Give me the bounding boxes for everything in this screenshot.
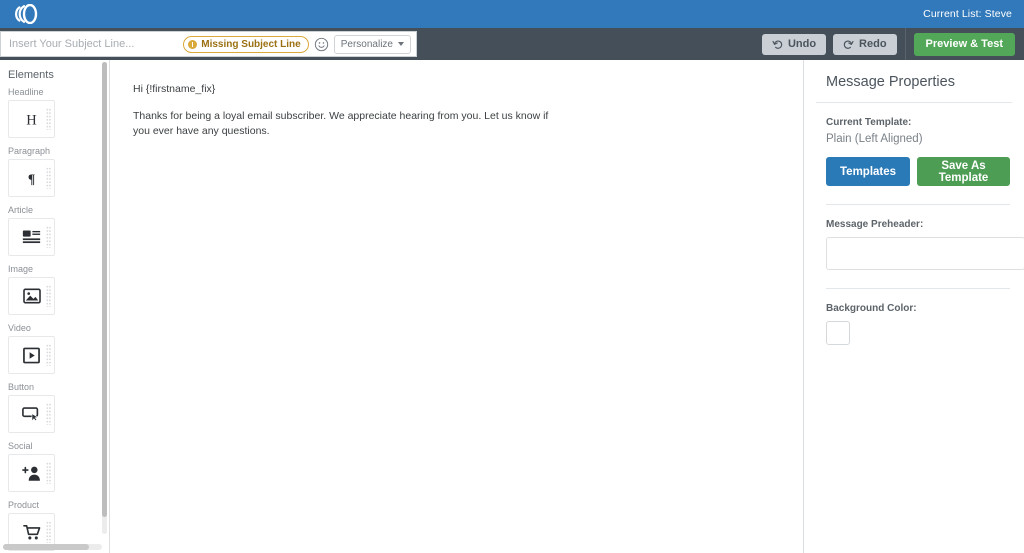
toolbar-actions: Undo Redo Preview & Test (761, 28, 1024, 60)
sidebar-item-social[interactable]: Social (8, 441, 57, 492)
undo-arrow-icon (772, 40, 783, 49)
preview-and-test-button[interactable]: Preview & Test (913, 32, 1015, 56)
undo-label: Undo (787, 38, 817, 50)
video-play-icon (23, 347, 40, 363)
missing-subject-label: Missing Subject Line (201, 38, 301, 50)
tile-label: Paragraph (8, 146, 51, 156)
message-preheader-label: Message Preheader: (826, 219, 924, 230)
sidebar-item-paragraph[interactable]: Paragraph ¶ (8, 146, 57, 197)
element-tile-grid: Headline H Paragraph ¶ Article Image Vid… (0, 87, 104, 553)
sidebar-item-headline[interactable]: Headline H (8, 87, 57, 138)
tile-box[interactable] (8, 218, 55, 256)
template-buttons: Templates Save As Template (826, 157, 1010, 205)
redo-label: Redo (859, 38, 887, 50)
background-color-label: Background Color: (826, 303, 917, 314)
scrollbar-thumb[interactable] (102, 62, 107, 517)
email-greeting[interactable]: Hi {!firstname_fix} (133, 82, 551, 97)
elements-sidebar: Elements Headline H Paragraph ¶ Article (0, 60, 110, 553)
current-template-value: Plain (Left Aligned) (826, 133, 923, 145)
tile-box[interactable] (8, 277, 55, 315)
warning-exclamation-icon (188, 39, 198, 49)
sidebar-vertical-scrollbar[interactable] (102, 62, 107, 534)
current-template-section: Current Template: Plain (Left Aligned) T… (816, 117, 1024, 345)
current-template-label: Current Template: (826, 117, 912, 128)
drag-handle[interactable] (46, 344, 51, 366)
svg-text:¶: ¶ (28, 171, 35, 186)
tile-box[interactable] (8, 454, 55, 492)
subject-input[interactable] (7, 33, 179, 55)
tile-label: Social (8, 441, 33, 451)
drag-handle[interactable] (46, 462, 51, 484)
save-as-template-button[interactable]: Save As Template (917, 157, 1010, 186)
app-header: Current List: Steve (0, 0, 1024, 28)
image-picture-icon (22, 288, 41, 304)
sidebar-item-article[interactable]: Article (8, 205, 57, 256)
product-cart-icon (22, 524, 40, 539)
tile-box[interactable] (8, 336, 55, 374)
social-add-person-icon (22, 466, 40, 481)
email-content-block[interactable]: Hi {!firstname_fix} Thanks for being a l… (111, 60, 551, 140)
redo-arrow-icon (843, 40, 854, 49)
personalize-label: Personalize (340, 38, 393, 50)
article-icon (22, 230, 41, 244)
tile-label: Headline (8, 87, 44, 97)
panel-divider (826, 288, 1010, 289)
drag-handle[interactable] (46, 108, 51, 130)
headline-h-icon: H (26, 112, 36, 127)
background-color-swatch[interactable] (826, 321, 850, 345)
tile-box[interactable]: ¶ (8, 159, 55, 197)
subject-line-bar: Missing Subject Line Personalize (0, 31, 417, 57)
email-paragraph[interactable]: Thanks for being a loyal email subscribe… (133, 109, 551, 139)
drag-handle[interactable] (46, 167, 51, 189)
message-preheader-input[interactable] (826, 237, 1024, 270)
toolbar-divider (904, 28, 906, 60)
tile-label: Button (8, 382, 35, 392)
scrollbar-thumb[interactable] (3, 544, 89, 550)
drag-handle[interactable] (46, 403, 51, 425)
templates-button[interactable]: Templates (826, 157, 911, 186)
button-cursor-icon (22, 407, 39, 422)
drag-handle[interactable] (46, 285, 51, 307)
app-logo[interactable] (0, 0, 52, 28)
tile-label: Product (8, 500, 40, 510)
sidebar-horizontal-scrollbar[interactable] (3, 544, 102, 550)
sidebar-title: Elements (8, 69, 54, 81)
signal-waves-logo-icon (15, 4, 38, 24)
drag-handle[interactable] (46, 521, 51, 543)
tile-label: Video (8, 323, 31, 333)
tile-box[interactable]: H (8, 100, 55, 138)
email-canvas[interactable]: Hi {!firstname_fix} Thanks for being a l… (111, 60, 802, 553)
missing-subject-badge: Missing Subject Line (183, 35, 309, 53)
sidebar-item-image[interactable]: Image (8, 264, 57, 315)
drag-handle[interactable] (46, 226, 51, 248)
message-properties-panel: Message Properties Current Template: Pla… (803, 60, 1024, 553)
personalize-dropdown[interactable]: Personalize (333, 34, 411, 54)
svg-text:H: H (26, 112, 36, 127)
smiley-face-icon[interactable] (314, 37, 329, 52)
chevron-down-icon (398, 42, 404, 46)
sidebar-item-button[interactable]: Button (8, 382, 57, 433)
panel-title: Message Properties (816, 60, 1012, 103)
undo-button[interactable]: Undo (761, 33, 827, 55)
redo-button[interactable]: Redo (833, 33, 897, 55)
editor-toolbar: Missing Subject Line Personalize Undo (0, 28, 1024, 60)
tile-label: Image (8, 264, 34, 274)
sidebar-item-video[interactable]: Video (8, 323, 57, 374)
tile-box[interactable] (8, 395, 55, 433)
tile-label: Article (8, 205, 34, 215)
current-list-label: Current List: Steve (923, 8, 1012, 20)
paragraph-pilcrow-icon: ¶ (28, 171, 35, 186)
